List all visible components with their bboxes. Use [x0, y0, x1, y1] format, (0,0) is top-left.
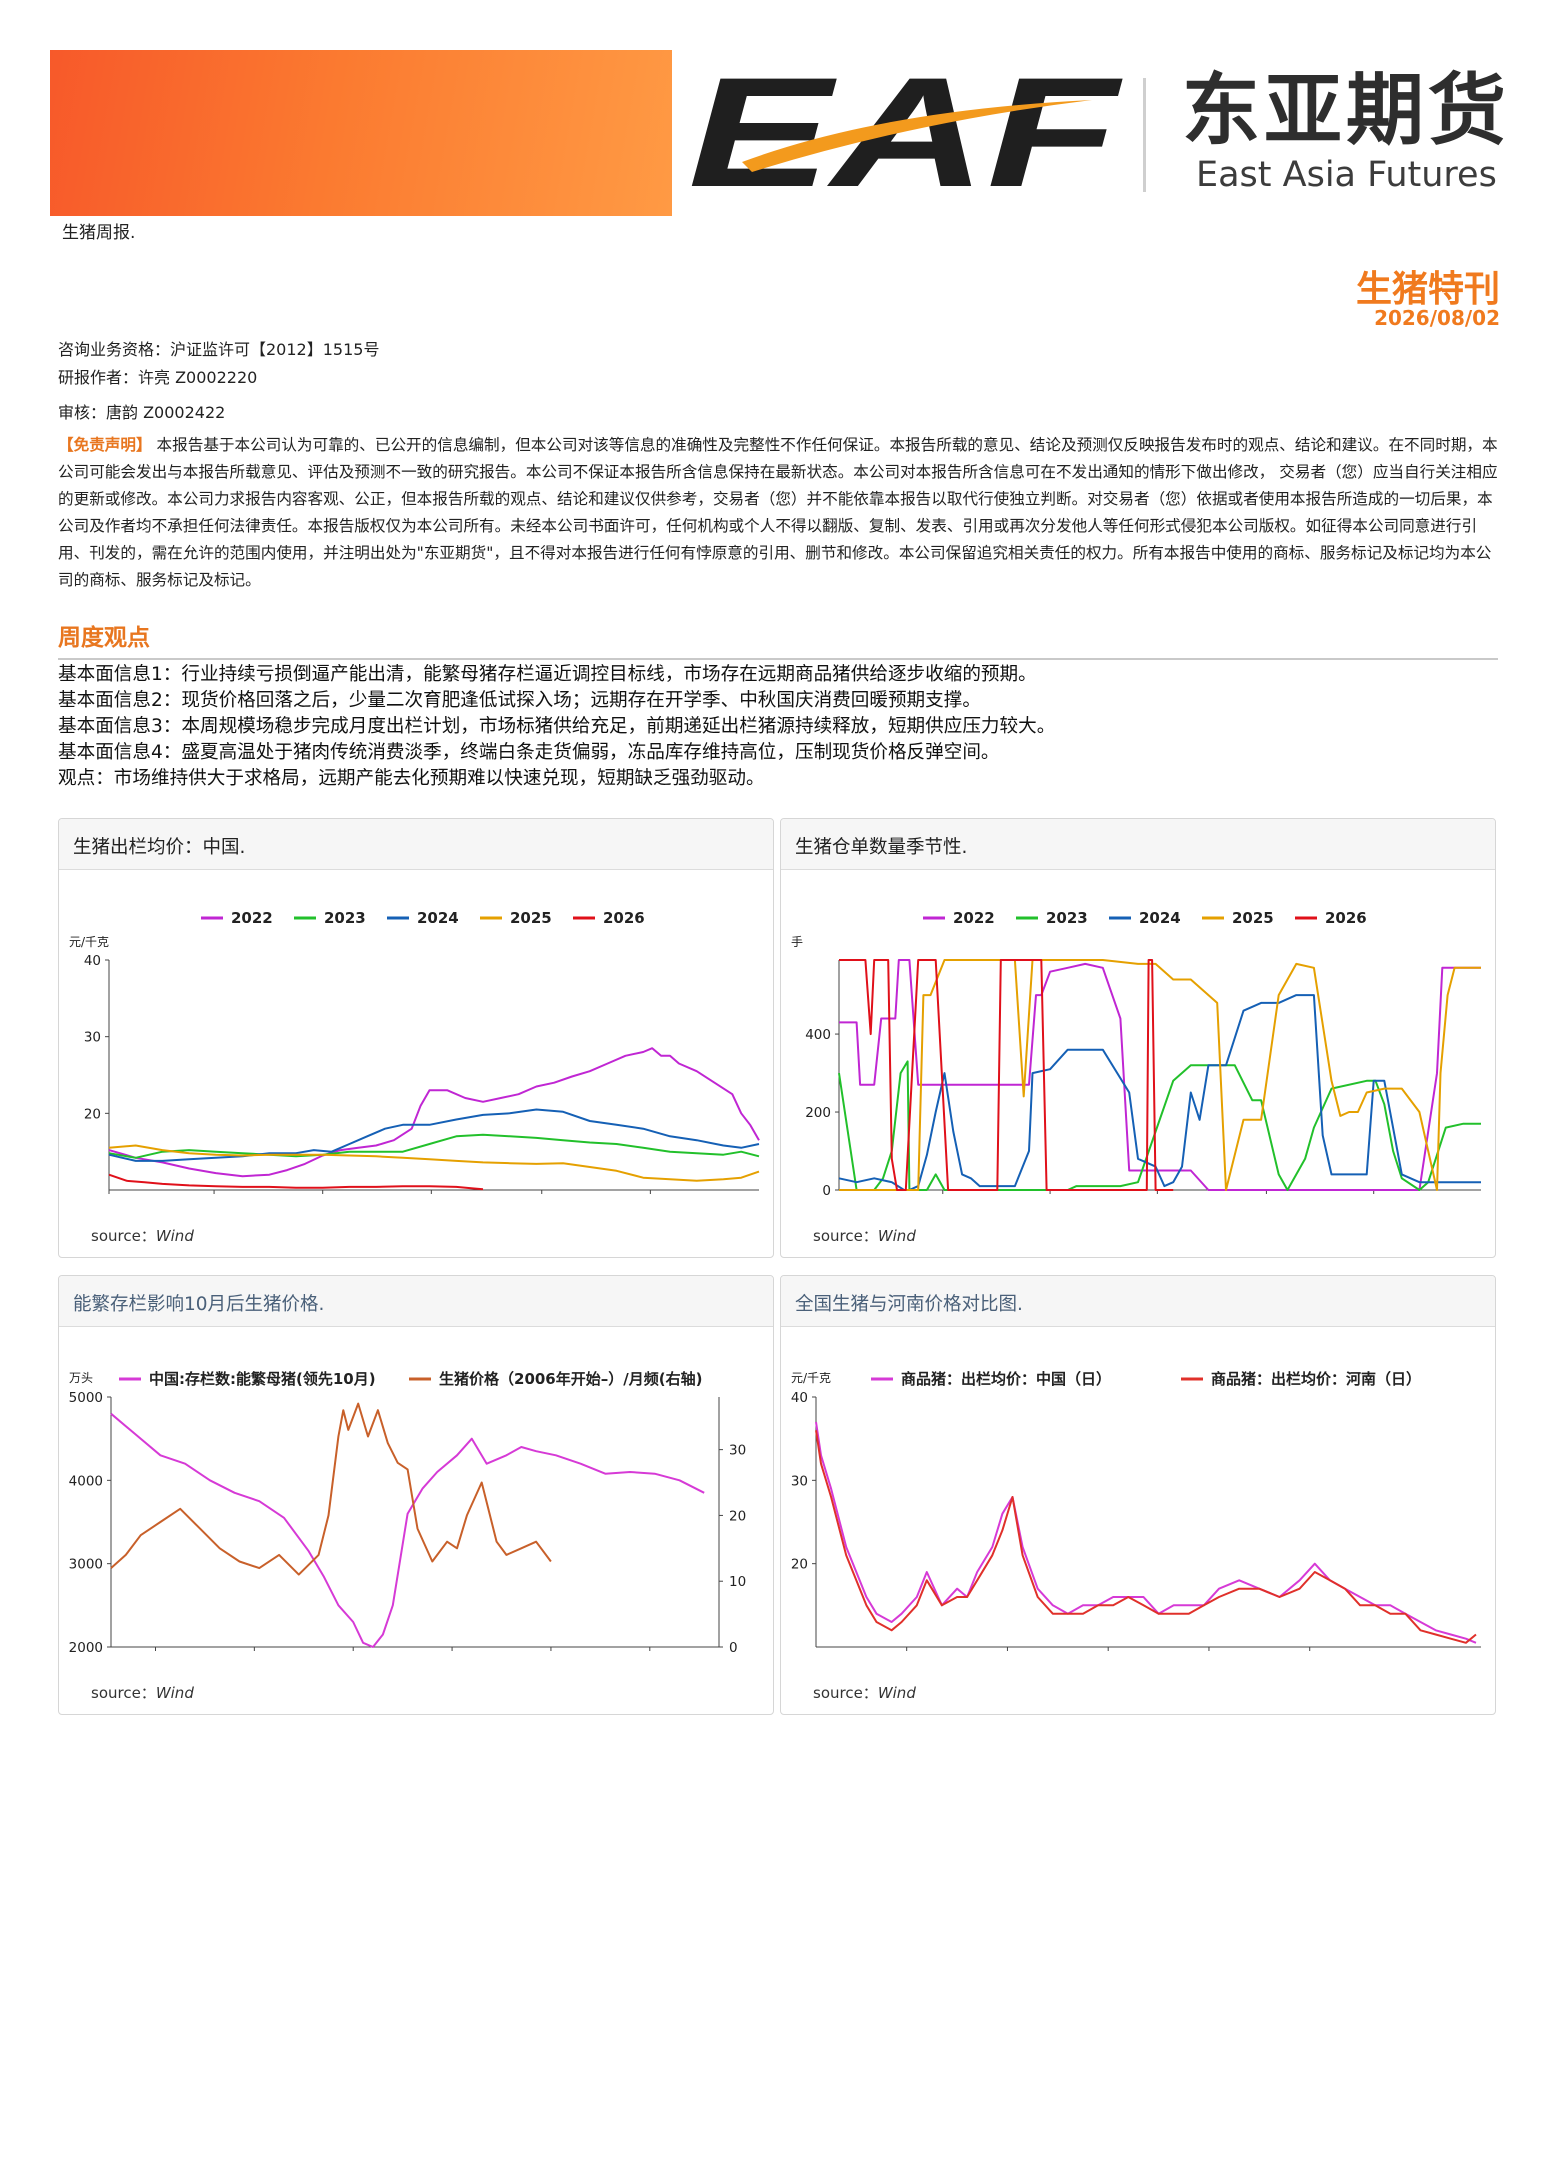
y-tick-label: 4000 — [69, 1473, 103, 1489]
panel-header: 生猪出栏均价：中国. — [59, 819, 773, 870]
y-tick-label: 400 — [805, 1027, 831, 1043]
series-line — [108, 1047, 760, 1178]
point-4: 基本面信息4：盛夏高温处于猪肉传统消费淡季，终端白条走货偏弱，冻品库存维持高位，… — [58, 742, 1000, 763]
y-tick-label: 0 — [822, 1183, 831, 1199]
series-line — [815, 1421, 1477, 1644]
y-tick-label: 30 — [791, 1473, 808, 1489]
y-axis-label: 元/千克 — [791, 1371, 831, 1385]
chart-warehouse-receipts: 手020040003/0105/0107/0109/0111/012022202… — [791, 909, 1481, 1199]
point-3: 基本面信息3：本周规模场稳步完成月度出栏计划，市场标猪供给充足，前期递延出栏猪源… — [58, 716, 1056, 737]
chart-sow-inventory: 万头2000300040005000010203015/1217/1219/12… — [69, 1370, 747, 1656]
series-line — [815, 1430, 1477, 1644]
legend-label: 2023 — [1046, 909, 1088, 927]
y-axis-label: 元/千克 — [69, 935, 109, 949]
panel-title: 全国生猪与河南价格对比图. — [795, 1294, 1023, 1315]
logo-divider — [1143, 78, 1146, 192]
y-tick-label: 5000 — [69, 1390, 103, 1406]
legend-label: 2026 — [603, 909, 645, 927]
series-line — [839, 959, 1481, 1191]
panel-header: 全国生猪与河南价格对比图. — [781, 1276, 1495, 1327]
y-tick-label: 3000 — [69, 1557, 103, 1573]
panel-sow-inventory: 能繁存栏影响10月后生猪价格. 万头 2000 3000 4000 5000 0 10 20 3… — [58, 1275, 774, 1715]
legend-label: 生猪价格（2006年开始–）/月频(右轴) — [439, 1370, 702, 1388]
chart-henan-compare: 元/千克20304021/1222/1223/1224/1225/12商品猪：出… — [791, 1370, 1481, 1651]
report-subtitle: 生猪周报. — [62, 223, 136, 243]
legend-label: 2025 — [1232, 909, 1274, 927]
legend-label: 2022 — [231, 909, 273, 927]
y-tick-label: 30 — [84, 1030, 101, 1046]
section-divider — [58, 658, 1498, 660]
report-date: 2026/08/02 — [1374, 306, 1500, 330]
panel-national-price: 生猪出栏均价：中国. 元/千克20304001/0103/0105/0107/0… — [58, 818, 774, 1258]
panel-warehouse-receipts: 生猪仓单数量季节性. 手020040003/0105/0107/0109/011… — [780, 818, 1496, 1258]
report-title: 生猪特刊 — [1355, 269, 1500, 310]
y-axis-label: 万头 — [69, 1371, 93, 1385]
point-1: 基本面信息1：行业持续亏损倒逼产能出清，能繁母猪存栏逼近调控目标线，市场存在远期… — [58, 664, 1037, 685]
panel-header: 生猪仓单数量季节性. — [781, 819, 1495, 870]
chart-source: source：Wind — [813, 1227, 916, 1245]
point-view: 观点：市场维持供大于求格局，远期产能去化预期难以快速兑现，短期缺乏强劲驱动。 — [58, 768, 765, 789]
author-line: 研报作者：许亮 Z0002220 — [58, 368, 258, 387]
weekly-points: 基本面信息1：行业持续亏损倒逼产能出清，能繁母猪存栏逼近调控目标线，市场存在远期… — [58, 662, 1498, 792]
legend-label: 商品猪：出栏均价：河南（日） — [1211, 1370, 1421, 1388]
legend-label: 2024 — [1139, 909, 1181, 927]
y-tick-label: 2000 — [69, 1640, 103, 1656]
y-tick-label: 40 — [84, 953, 101, 969]
series-line — [108, 1173, 484, 1191]
y2-tick-label: 0 — [729, 1640, 738, 1656]
y-tick-label: 40 — [791, 1390, 808, 1406]
panel-title: 能繁存栏影响10月后生猪价格. — [73, 1294, 325, 1315]
chart-source: source：Wind — [91, 1684, 194, 1702]
brand-name-cn: 东亚期货 — [1182, 66, 1511, 156]
chart-source: source：Wind — [813, 1684, 916, 1702]
legend-label: 2023 — [324, 909, 366, 927]
y2-tick-label: 20 — [729, 1508, 746, 1524]
y-tick-label: 20 — [791, 1557, 808, 1573]
series-line — [110, 1402, 552, 1576]
y2-tick-label: 30 — [729, 1443, 746, 1459]
disclaimer: 【免责声明】 本报告基于本公司认为可靠的、已公开的信息编制，但本公司对该等信息的… — [58, 432, 1498, 594]
legend-label: 2025 — [510, 909, 552, 927]
panel-header: 能繁存栏影响10月后生猪价格. — [59, 1276, 773, 1327]
series-line — [839, 959, 1481, 1191]
legend-label: 商品猪：出栏均价：中国（日） — [901, 1370, 1111, 1388]
chart-source: source：Wind — [91, 1227, 194, 1245]
brand-name-en: East Asia Futures — [1196, 155, 1497, 195]
legend-label: 2024 — [417, 909, 459, 927]
series-line — [110, 1412, 705, 1648]
panel-title: 生猪出栏均价：中国. — [73, 837, 246, 858]
chart-national-price: 元/千克20304001/0103/0105/0107/0109/0111/01… — [69, 909, 760, 1194]
y-axis-label: 手 — [791, 935, 803, 949]
eaf-logo: EAF — [688, 70, 1123, 198]
legend-label: 2026 — [1325, 909, 1367, 927]
panel-henan-compare: 全国生猪与河南价格对比图. 元/千克20304021/1222/1223/122… — [780, 1275, 1496, 1715]
panel-title: 生猪仓单数量季节性. — [795, 837, 968, 858]
y-tick-label: 200 — [805, 1105, 831, 1121]
disclaimer-tag: 【免责声明】 — [58, 436, 152, 454]
point-2: 基本面信息2：现货价格回落之后，少量二次育肥逢低试探入场；远期存在开学季、中秋国… — [58, 690, 981, 711]
series-line — [838, 994, 1481, 1191]
legend-label: 2022 — [953, 909, 995, 927]
weekly-view-title: 周度观点 — [58, 625, 150, 651]
y-tick-label: 20 — [84, 1106, 101, 1122]
logo-lettering: EAF — [688, 70, 1123, 198]
disclaimer-text: 本报告基于本公司认为可靠的、已公开的信息编制，但本公司对该等信息的准确性及完整性… — [58, 436, 1498, 589]
header-banner — [50, 50, 672, 216]
legend-label: 中国:存栏数:能繁母猪(领先10月) — [149, 1370, 376, 1388]
license-line: 咨询业务资格：沪证监许可【2012】1515号 — [58, 340, 380, 359]
reviewer-line: 审核：唐韵 Z0002422 — [58, 403, 226, 422]
y2-tick-label: 10 — [729, 1574, 746, 1590]
